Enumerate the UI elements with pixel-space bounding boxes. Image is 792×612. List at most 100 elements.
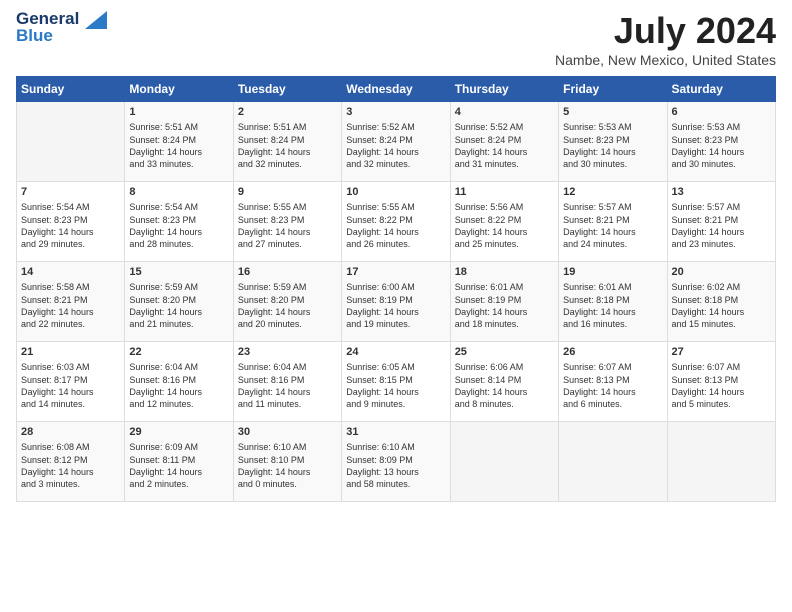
day-number: 20 [672,265,771,280]
day-header-friday: Friday [559,77,667,102]
calendar-cell: 7Sunrise: 5:54 AM Sunset: 8:23 PM Daylig… [17,182,125,262]
calendar-cell: 22Sunrise: 6:04 AM Sunset: 8:16 PM Dayli… [125,342,233,422]
day-number: 1 [129,105,228,120]
day-info: Sunrise: 6:04 AM Sunset: 8:16 PM Dayligh… [238,361,337,410]
week-row-3: 14Sunrise: 5:58 AM Sunset: 8:21 PM Dayli… [17,262,776,342]
day-info: Sunrise: 5:51 AM Sunset: 8:24 PM Dayligh… [238,121,337,170]
calendar-cell: 21Sunrise: 6:03 AM Sunset: 8:17 PM Dayli… [17,342,125,422]
day-header-wednesday: Wednesday [342,77,450,102]
day-info: Sunrise: 5:52 AM Sunset: 8:24 PM Dayligh… [346,121,445,170]
day-number: 16 [238,265,337,280]
calendar-cell [450,422,558,502]
day-info: Sunrise: 6:07 AM Sunset: 8:13 PM Dayligh… [563,361,662,410]
day-number: 28 [21,425,120,440]
day-number: 4 [455,105,554,120]
day-number: 29 [129,425,228,440]
day-info: Sunrise: 6:10 AM Sunset: 8:10 PM Dayligh… [238,441,337,490]
week-row-1: 1Sunrise: 5:51 AM Sunset: 8:24 PM Daylig… [17,102,776,182]
calendar-cell [17,102,125,182]
day-number: 27 [672,345,771,360]
day-number: 22 [129,345,228,360]
week-row-2: 7Sunrise: 5:54 AM Sunset: 8:23 PM Daylig… [17,182,776,262]
week-row-5: 28Sunrise: 6:08 AM Sunset: 8:12 PM Dayli… [17,422,776,502]
day-header-tuesday: Tuesday [233,77,341,102]
day-number: 7 [21,185,120,200]
day-info: Sunrise: 5:59 AM Sunset: 8:20 PM Dayligh… [129,281,228,330]
day-number: 26 [563,345,662,360]
calendar-cell: 1Sunrise: 5:51 AM Sunset: 8:24 PM Daylig… [125,102,233,182]
month-title: July 2024 [555,10,776,52]
calendar-cell: 29Sunrise: 6:09 AM Sunset: 8:11 PM Dayli… [125,422,233,502]
calendar-cell: 15Sunrise: 5:59 AM Sunset: 8:20 PM Dayli… [125,262,233,342]
day-info: Sunrise: 5:52 AM Sunset: 8:24 PM Dayligh… [455,121,554,170]
calendar-cell [667,422,775,502]
calendar-cell: 2Sunrise: 5:51 AM Sunset: 8:24 PM Daylig… [233,102,341,182]
logo-blue: Blue [16,26,53,45]
calendar-cell: 3Sunrise: 5:52 AM Sunset: 8:24 PM Daylig… [342,102,450,182]
day-number: 31 [346,425,445,440]
day-number: 13 [672,185,771,200]
calendar-cell: 30Sunrise: 6:10 AM Sunset: 8:10 PM Dayli… [233,422,341,502]
day-number: 19 [563,265,662,280]
calendar-cell: 11Sunrise: 5:56 AM Sunset: 8:22 PM Dayli… [450,182,558,262]
day-info: Sunrise: 5:54 AM Sunset: 8:23 PM Dayligh… [129,201,228,250]
day-number: 9 [238,185,337,200]
logo: General Blue [16,10,107,45]
day-info: Sunrise: 5:57 AM Sunset: 8:21 PM Dayligh… [672,201,771,250]
day-info: Sunrise: 5:55 AM Sunset: 8:22 PM Dayligh… [346,201,445,250]
day-number: 3 [346,105,445,120]
day-info: Sunrise: 6:03 AM Sunset: 8:17 PM Dayligh… [21,361,120,410]
day-number: 25 [455,345,554,360]
day-number: 21 [21,345,120,360]
day-info: Sunrise: 5:57 AM Sunset: 8:21 PM Dayligh… [563,201,662,250]
day-info: Sunrise: 5:54 AM Sunset: 8:23 PM Dayligh… [21,201,120,250]
day-info: Sunrise: 6:00 AM Sunset: 8:19 PM Dayligh… [346,281,445,330]
day-info: Sunrise: 6:02 AM Sunset: 8:18 PM Dayligh… [672,281,771,330]
title-section: July 2024 Nambe, New Mexico, United Stat… [555,10,776,68]
day-info: Sunrise: 5:53 AM Sunset: 8:23 PM Dayligh… [563,121,662,170]
day-header-saturday: Saturday [667,77,775,102]
calendar-cell: 27Sunrise: 6:07 AM Sunset: 8:13 PM Dayli… [667,342,775,422]
day-info: Sunrise: 5:51 AM Sunset: 8:24 PM Dayligh… [129,121,228,170]
day-info: Sunrise: 5:53 AM Sunset: 8:23 PM Dayligh… [672,121,771,170]
calendar-container: General Blue July 2024 Nambe, New Mexico… [0,0,792,512]
day-info: Sunrise: 6:05 AM Sunset: 8:15 PM Dayligh… [346,361,445,410]
calendar-cell [559,422,667,502]
header-row: SundayMondayTuesdayWednesdayThursdayFrid… [17,77,776,102]
day-number: 5 [563,105,662,120]
location: Nambe, New Mexico, United States [555,52,776,68]
day-number: 6 [672,105,771,120]
day-header-sunday: Sunday [17,77,125,102]
day-number: 14 [21,265,120,280]
week-row-4: 21Sunrise: 6:03 AM Sunset: 8:17 PM Dayli… [17,342,776,422]
calendar-cell: 14Sunrise: 5:58 AM Sunset: 8:21 PM Dayli… [17,262,125,342]
calendar-cell: 28Sunrise: 6:08 AM Sunset: 8:12 PM Dayli… [17,422,125,502]
day-info: Sunrise: 5:58 AM Sunset: 8:21 PM Dayligh… [21,281,120,330]
day-number: 23 [238,345,337,360]
calendar-cell: 18Sunrise: 6:01 AM Sunset: 8:19 PM Dayli… [450,262,558,342]
day-number: 24 [346,345,445,360]
calendar-cell: 6Sunrise: 5:53 AM Sunset: 8:23 PM Daylig… [667,102,775,182]
calendar-cell: 8Sunrise: 5:54 AM Sunset: 8:23 PM Daylig… [125,182,233,262]
calendar-cell: 25Sunrise: 6:06 AM Sunset: 8:14 PM Dayli… [450,342,558,422]
calendar-cell: 23Sunrise: 6:04 AM Sunset: 8:16 PM Dayli… [233,342,341,422]
calendar-cell: 24Sunrise: 6:05 AM Sunset: 8:15 PM Dayli… [342,342,450,422]
calendar-cell: 16Sunrise: 5:59 AM Sunset: 8:20 PM Dayli… [233,262,341,342]
day-info: Sunrise: 6:01 AM Sunset: 8:19 PM Dayligh… [455,281,554,330]
day-number: 17 [346,265,445,280]
day-info: Sunrise: 5:55 AM Sunset: 8:23 PM Dayligh… [238,201,337,250]
calendar-cell: 26Sunrise: 6:07 AM Sunset: 8:13 PM Dayli… [559,342,667,422]
day-number: 8 [129,185,228,200]
day-info: Sunrise: 6:06 AM Sunset: 8:14 PM Dayligh… [455,361,554,410]
day-info: Sunrise: 5:59 AM Sunset: 8:20 PM Dayligh… [238,281,337,330]
calendar-cell: 9Sunrise: 5:55 AM Sunset: 8:23 PM Daylig… [233,182,341,262]
day-number: 11 [455,185,554,200]
day-info: Sunrise: 6:08 AM Sunset: 8:12 PM Dayligh… [21,441,120,490]
calendar-cell: 17Sunrise: 6:00 AM Sunset: 8:19 PM Dayli… [342,262,450,342]
day-info: Sunrise: 6:04 AM Sunset: 8:16 PM Dayligh… [129,361,228,410]
day-number: 30 [238,425,337,440]
day-number: 12 [563,185,662,200]
day-number: 2 [238,105,337,120]
day-number: 10 [346,185,445,200]
logo-icon [85,11,107,29]
